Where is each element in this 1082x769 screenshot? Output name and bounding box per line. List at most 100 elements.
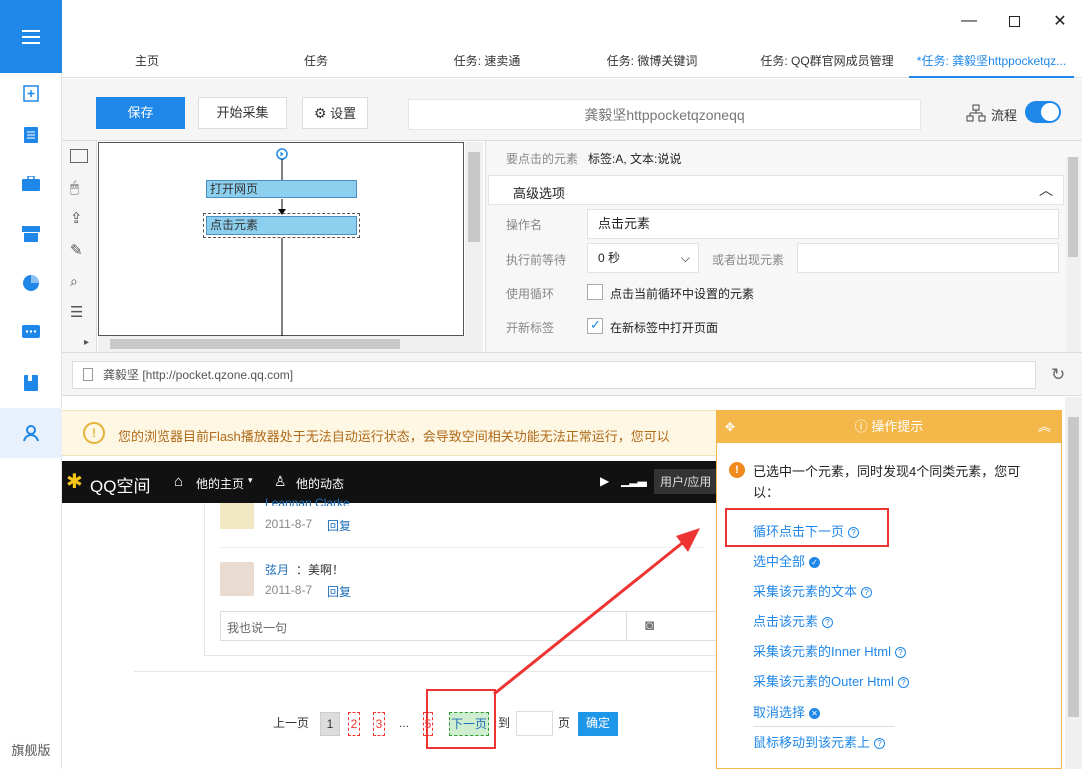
sidebar-item-toolbox[interactable] — [0, 159, 62, 209]
flow-canvas[interactable]: 打开网页 点击元素 — [98, 142, 464, 337]
reply-link[interactable]: 回复 — [327, 583, 351, 600]
loop-text: 点击当前循环中设置的元素 — [610, 287, 755, 301]
pager-page-2[interactable]: 2 — [348, 712, 360, 736]
highlight-loop-next — [725, 508, 889, 547]
flow-node-open-page[interactable]: 打开网页 — [206, 180, 357, 198]
nav-his-home[interactable]: 他的主页 — [196, 475, 244, 492]
pager-page-1[interactable]: 1 — [320, 712, 340, 736]
target-label: 要点击的元素 — [506, 152, 579, 166]
help-icon[interactable]: ? — [894, 647, 906, 658]
tip-option-hover[interactable]: 鼠标移动到该元素上? — [753, 732, 886, 751]
mouse-tool-icon[interactable]: 🖱 — [70, 179, 88, 197]
tab-weibo[interactable]: 任务: 微博关键词 — [587, 46, 717, 78]
pager-ok-button[interactable]: 确定 — [578, 712, 618, 736]
tab-aliexpress[interactable]: 任务: 速卖通 — [427, 46, 547, 78]
or-appear-field[interactable] — [797, 243, 1059, 273]
pager-page-3[interactable]: 3 — [373, 712, 385, 736]
help-icon[interactable]: ? — [897, 677, 909, 688]
or-appear-label: 或者出现元素 — [712, 253, 785, 267]
highlight-next-page — [426, 689, 496, 749]
tab-qqgroup[interactable]: 任务: QQ群官网成员管理 — [742, 46, 912, 78]
pager-prev[interactable]: 上一页 — [271, 712, 311, 736]
tip-option-outer-html[interactable]: 采集该元素的Outer Html? — [753, 671, 909, 690]
props-scrollbar[interactable] — [1066, 157, 1080, 352]
hamburger-icon — [22, 29, 40, 44]
close-button[interactable]: ✕ — [1045, 8, 1075, 34]
user-icon — [23, 425, 39, 442]
edit-tool-icon[interactable]: ✎ — [70, 241, 88, 259]
avatar — [220, 562, 254, 596]
sidebar-item-tutorial[interactable] — [0, 358, 62, 408]
web-scrollbar[interactable] — [1065, 397, 1082, 769]
info-icon: ⓘ — [854, 419, 868, 434]
help-icon[interactable]: ? — [822, 617, 834, 628]
gear-icon: ⚙ — [313, 105, 327, 121]
tip-option-cancel[interactable]: 取消选择 ✕ — [753, 702, 821, 721]
wait-label: 执行前等待 — [506, 253, 567, 267]
upload-tool-icon[interactable]: ⇪ — [70, 209, 88, 227]
flow-vertical-scrollbar[interactable] — [465, 142, 483, 336]
comment-author[interactable]: 弦月 — [265, 561, 289, 578]
maximize-icon — [1008, 15, 1020, 27]
sidebar-item-stats[interactable] — [0, 258, 62, 308]
refresh-icon[interactable]: ↻ — [1051, 365, 1065, 385]
tip-option-inner-html[interactable]: 采集该元素的Inner Html? — [753, 641, 906, 660]
tab-current-task[interactable]: *任务: 龚毅坚httppocketqz... — [909, 46, 1074, 78]
reply-link[interactable]: 回复 — [327, 517, 351, 534]
flash-warning-bar: ! 您的浏览器目前Flash播放器处于无法自动运行状态，会导致空间相关功能无法正… — [62, 410, 718, 456]
flow-node-click-element[interactable]: 点击元素 — [206, 216, 357, 235]
pager-page-input[interactable] — [516, 711, 553, 736]
qzone-nav-bar: ✱ QQ空间 ⌂ 他的主页 ▾ ♙ 他的动态 ▶ ▁▂▃ 用户/应用 — [62, 461, 718, 503]
sidebar-item-messages[interactable] — [0, 308, 62, 358]
save-button[interactable]: 保存 — [96, 97, 185, 129]
move-icon[interactable]: ✥ — [725, 411, 735, 443]
start-collect-button[interactable]: 开始采集 — [198, 97, 287, 129]
tip-option-label: 取消选择 — [753, 705, 806, 720]
loop-label: 使用循环 — [506, 287, 555, 301]
maximize-button[interactable] — [999, 8, 1029, 34]
alert-icon: ! — [729, 462, 745, 478]
wait-select[interactable]: 0 秒 ⌵ — [587, 243, 699, 273]
close-circle-icon: ✕ — [809, 708, 821, 719]
tip-option-label: 选中全部 — [753, 554, 806, 569]
close-icon: ✕ — [1053, 13, 1067, 30]
qzone-logo-text[interactable]: QQ空间 — [90, 472, 150, 497]
help-icon[interactable]: ? — [861, 587, 873, 598]
nav-his-feed[interactable]: 他的动态 — [296, 475, 344, 492]
newtab-checkbox[interactable]: ✓ — [587, 317, 603, 334]
help-icon[interactable]: ? — [874, 738, 886, 749]
comment-author[interactable]: Leannan Clarke — [265, 496, 350, 506]
operation-tips-panel: ✥ ⓘ 操作提示 ︽ ! 已选中一个元素，同时发现4个同类元素，您可以： 循环点… — [716, 410, 1062, 769]
sidebar-item-tasks[interactable] — [0, 110, 62, 160]
wait-value: 0 秒 — [598, 251, 621, 265]
settings-button[interactable]: ⚙ 设置 — [302, 97, 368, 129]
collapse-icon[interactable]: ︽ — [1038, 411, 1051, 443]
op-name-label: 操作名 — [506, 218, 543, 232]
list-tool-icon[interactable]: ☰ — [70, 303, 88, 321]
comment-date: 2011-8-7 — [265, 583, 313, 597]
edition-label: 旗舰版 — [11, 743, 51, 758]
pager-ellipsis: ... — [398, 716, 409, 730]
minimize-button[interactable]: — — [954, 8, 984, 34]
captcha-tool-icon[interactable]: ⌕ — [70, 273, 88, 291]
nav-user-app[interactable]: 用户/应用 — [654, 469, 718, 494]
loop-tool-icon[interactable] — [70, 149, 88, 163]
url-field[interactable]: 龚毅坚 [http://pocket.qzone.qq.com] — [72, 361, 1036, 389]
menu-button[interactable] — [0, 0, 62, 73]
chevron-up-icon: ︿ — [1039, 182, 1053, 198]
tip-option-click[interactable]: 点击该元素? — [753, 611, 834, 630]
tip-option-select-all[interactable]: 选中全部 ✓ — [753, 551, 821, 570]
sidebar-item-store[interactable] — [0, 209, 62, 259]
task-name-field[interactable]: 龚毅坚httppocketqzoneqq — [408, 99, 921, 130]
tab-home[interactable]: 主页 — [107, 46, 187, 78]
loop-checkbox[interactable] — [587, 284, 603, 300]
check-circle-icon: ✓ — [809, 557, 821, 568]
tab-tasks[interactable]: 任务 — [276, 46, 356, 78]
flow-horizontal-scrollbar[interactable] — [98, 336, 483, 352]
tip-option-collect-text[interactable]: 采集该元素的文本? — [753, 581, 873, 600]
sidebar-item-account[interactable] — [0, 408, 62, 458]
flow-toggle[interactable] — [1025, 101, 1061, 123]
play-icon[interactable]: ▶ — [600, 474, 609, 488]
advanced-options-header[interactable]: 高级选项 ︿ — [488, 175, 1064, 205]
op-name-field[interactable]: 点击元素 — [587, 209, 1059, 239]
